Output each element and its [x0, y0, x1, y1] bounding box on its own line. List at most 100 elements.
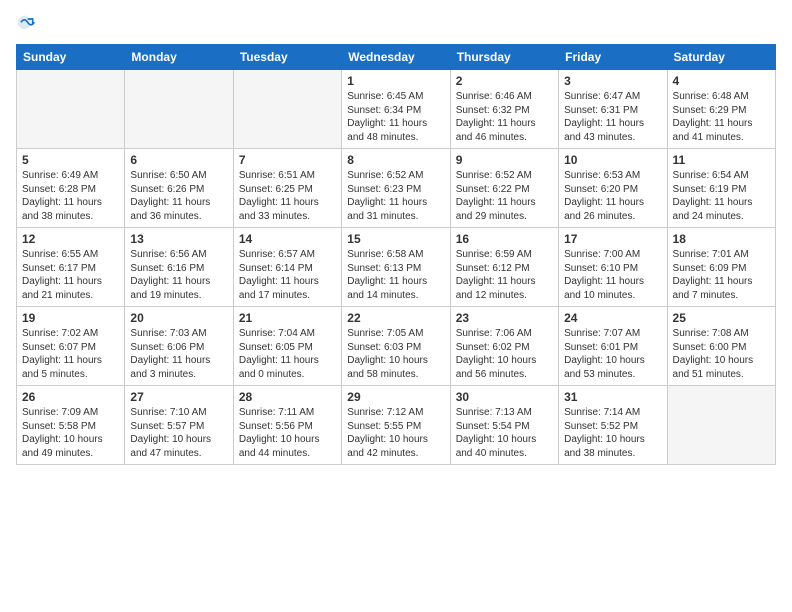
day-number: 16 [456, 232, 553, 246]
cal-cell [125, 70, 233, 149]
cal-cell: 27 Sunrise: 7:10 AM Sunset: 5:57 PM Dayli… [125, 386, 233, 465]
week-row-2: 5 Sunrise: 6:49 AM Sunset: 6:28 PM Daylig… [17, 149, 776, 228]
cal-cell: 28 Sunrise: 7:11 AM Sunset: 5:56 PM Dayli… [233, 386, 341, 465]
week-row-5: 26 Sunrise: 7:09 AM Sunset: 5:58 PM Dayli… [17, 386, 776, 465]
day-number: 2 [456, 74, 553, 88]
day-header-sunday: Sunday [17, 45, 125, 70]
cell-info: Sunrise: 7:02 AM Sunset: 6:07 PM Dayligh… [22, 327, 119, 381]
cell-info: Sunrise: 6:46 AM Sunset: 6:32 PM Dayligh… [456, 90, 553, 144]
cal-cell: 3Sunrise: 6:47 AM Sunset: 6:31 PM Daylig… [559, 70, 667, 149]
day-number: 15 [347, 232, 444, 246]
cell-info: Sunrise: 6:56 AM Sunset: 6:16 PM Dayligh… [130, 248, 227, 302]
cell-info: Sunrise: 7:08 AM Sunset: 6:00 PM Dayligh… [673, 327, 770, 381]
day-number: 24 [564, 311, 661, 325]
day-number: 28 [239, 390, 336, 404]
day-number: 13 [130, 232, 227, 246]
cal-cell: 1Sunrise: 6:45 AM Sunset: 6:34 PM Daylig… [342, 70, 450, 149]
week-row-4: 19 Sunrise: 7:02 AM Sunset: 6:07 PM Dayli… [17, 307, 776, 386]
cell-info: Sunrise: 7:13 AM Sunset: 5:54 PM Dayligh… [456, 406, 553, 460]
week-row-1: 1Sunrise: 6:45 AM Sunset: 6:34 PM Daylig… [17, 70, 776, 149]
cal-cell: 18 Sunrise: 7:01 AM Sunset: 6:09 PM Dayli… [667, 228, 775, 307]
cell-info: Sunrise: 7:01 AM Sunset: 6:09 PM Dayligh… [673, 248, 770, 302]
cal-cell: 19 Sunrise: 7:02 AM Sunset: 6:07 PM Dayli… [17, 307, 125, 386]
day-number: 31 [564, 390, 661, 404]
cal-cell: 15 Sunrise: 6:58 AM Sunset: 6:13 PM Dayli… [342, 228, 450, 307]
cal-cell: 29Sunrise: 7:12 AM Sunset: 5:55 PM Dayli… [342, 386, 450, 465]
cal-cell: 8 Sunrise: 6:52 AM Sunset: 6:23 PM Daylig… [342, 149, 450, 228]
cell-info: Sunrise: 6:51 AM Sunset: 6:25 PM Dayligh… [239, 169, 336, 223]
cal-cell: 24 Sunrise: 7:07 AM Sunset: 6:01 PM Dayli… [559, 307, 667, 386]
cell-info: Sunrise: 6:50 AM Sunset: 6:26 PM Dayligh… [130, 169, 227, 223]
cell-info: Sunrise: 7:09 AM Sunset: 5:58 PM Dayligh… [22, 406, 119, 460]
cell-info: Sunrise: 6:55 AM Sunset: 6:17 PM Dayligh… [22, 248, 119, 302]
day-number: 19 [22, 311, 119, 325]
cell-info: Sunrise: 6:54 AM Sunset: 6:19 PM Dayligh… [673, 169, 770, 223]
cal-cell: 7 Sunrise: 6:51 AM Sunset: 6:25 PM Daylig… [233, 149, 341, 228]
cell-info: Sunrise: 7:07 AM Sunset: 6:01 PM Dayligh… [564, 327, 661, 381]
cell-info: Sunrise: 6:58 AM Sunset: 6:13 PM Dayligh… [347, 248, 444, 302]
day-number: 18 [673, 232, 770, 246]
cal-cell [667, 386, 775, 465]
cell-info: Sunrise: 7:06 AM Sunset: 6:02 PM Dayligh… [456, 327, 553, 381]
cal-cell: 30 Sunrise: 7:13 AM Sunset: 5:54 PM Dayli… [450, 386, 558, 465]
cell-info: Sunrise: 6:59 AM Sunset: 6:12 PM Dayligh… [456, 248, 553, 302]
cell-info: Sunrise: 7:04 AM Sunset: 6:05 PM Dayligh… [239, 327, 336, 381]
day-header-wednesday: Wednesday [342, 45, 450, 70]
cal-cell: 20 Sunrise: 7:03 AM Sunset: 6:06 PM Dayli… [125, 307, 233, 386]
cell-info: Sunrise: 7:14 AM Sunset: 5:52 PM Dayligh… [564, 406, 661, 460]
day-number: 26 [22, 390, 119, 404]
cell-info: Sunrise: 7:10 AM Sunset: 5:57 PM Dayligh… [130, 406, 227, 460]
cell-info: Sunrise: 6:49 AM Sunset: 6:28 PM Dayligh… [22, 169, 119, 223]
cell-info: Sunrise: 6:47 AM Sunset: 6:31 PM Dayligh… [564, 90, 661, 144]
cal-cell: 5 Sunrise: 6:49 AM Sunset: 6:28 PM Daylig… [17, 149, 125, 228]
cal-cell: 25 Sunrise: 7:08 AM Sunset: 6:00 PM Dayli… [667, 307, 775, 386]
cell-info: Sunrise: 7:00 AM Sunset: 6:10 PM Dayligh… [564, 248, 661, 302]
cal-cell: 9Sunrise: 6:52 AM Sunset: 6:22 PM Daylig… [450, 149, 558, 228]
day-number: 29 [347, 390, 444, 404]
cal-cell: 14 Sunrise: 6:57 AM Sunset: 6:14 PM Dayli… [233, 228, 341, 307]
day-number: 20 [130, 311, 227, 325]
cell-info: Sunrise: 6:48 AM Sunset: 6:29 PM Dayligh… [673, 90, 770, 144]
cal-cell: 2 Sunrise: 6:46 AM Sunset: 6:32 PM Daylig… [450, 70, 558, 149]
day-number: 14 [239, 232, 336, 246]
cell-info: Sunrise: 6:52 AM Sunset: 6:22 PM Dayligh… [456, 169, 553, 223]
calendar-table: SundayMondayTuesdayWednesdayThursdayFrid… [16, 44, 776, 465]
cell-info: Sunrise: 6:45 AM Sunset: 6:34 PM Dayligh… [347, 90, 444, 144]
cell-info: Sunrise: 6:52 AM Sunset: 6:23 PM Dayligh… [347, 169, 444, 223]
logo-icon [16, 14, 36, 34]
day-number: 23 [456, 311, 553, 325]
cal-cell: 10 Sunrise: 6:53 AM Sunset: 6:20 PM Dayli… [559, 149, 667, 228]
cell-info: Sunrise: 6:53 AM Sunset: 6:20 PM Dayligh… [564, 169, 661, 223]
cal-cell [17, 70, 125, 149]
day-number: 27 [130, 390, 227, 404]
cell-info: Sunrise: 6:57 AM Sunset: 6:14 PM Dayligh… [239, 248, 336, 302]
day-number: 17 [564, 232, 661, 246]
cal-cell: 17 Sunrise: 7:00 AM Sunset: 6:10 PM Dayli… [559, 228, 667, 307]
day-number: 5 [22, 153, 119, 167]
day-header-tuesday: Tuesday [233, 45, 341, 70]
day-number: 30 [456, 390, 553, 404]
cal-cell: 12 Sunrise: 6:55 AM Sunset: 6:17 PM Dayli… [17, 228, 125, 307]
cal-cell: 26 Sunrise: 7:09 AM Sunset: 5:58 PM Dayli… [17, 386, 125, 465]
day-number: 10 [564, 153, 661, 167]
cal-cell: 16 Sunrise: 6:59 AM Sunset: 6:12 PM Dayli… [450, 228, 558, 307]
cal-cell: 6Sunrise: 6:50 AM Sunset: 6:26 PM Daylig… [125, 149, 233, 228]
day-number: 12 [22, 232, 119, 246]
day-header-monday: Monday [125, 45, 233, 70]
day-number: 21 [239, 311, 336, 325]
day-header-friday: Friday [559, 45, 667, 70]
day-number: 4 [673, 74, 770, 88]
calendar-container: SundayMondayTuesdayWednesdayThursdayFrid… [0, 0, 792, 475]
cal-cell: 21 Sunrise: 7:04 AM Sunset: 6:05 PM Dayli… [233, 307, 341, 386]
cell-info: Sunrise: 7:03 AM Sunset: 6:06 PM Dayligh… [130, 327, 227, 381]
day-header-saturday: Saturday [667, 45, 775, 70]
header [16, 14, 776, 34]
day-number: 8 [347, 153, 444, 167]
cal-cell: 23 Sunrise: 7:06 AM Sunset: 6:02 PM Dayli… [450, 307, 558, 386]
cell-info: Sunrise: 7:11 AM Sunset: 5:56 PM Dayligh… [239, 406, 336, 460]
day-number: 7 [239, 153, 336, 167]
day-number: 25 [673, 311, 770, 325]
cal-cell: 31 Sunrise: 7:14 AM Sunset: 5:52 PM Dayli… [559, 386, 667, 465]
cal-cell [233, 70, 341, 149]
cal-cell: 13 Sunrise: 6:56 AM Sunset: 6:16 PM Dayli… [125, 228, 233, 307]
